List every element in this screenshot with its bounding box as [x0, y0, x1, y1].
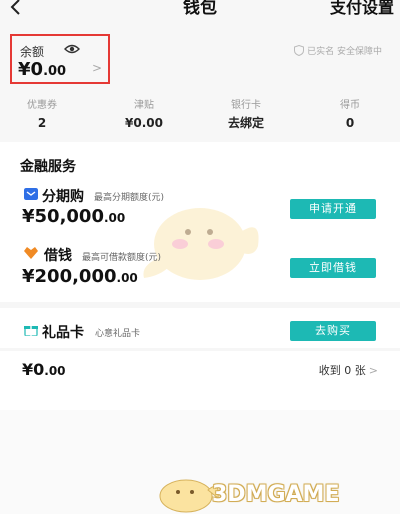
stat-value: 去绑定 [227, 116, 264, 130]
loan-note: 最高可借款额度(元) [82, 253, 162, 263]
stat-value: 0 [345, 116, 355, 130]
section-divider [0, 302, 400, 308]
installment-amount: ¥50,000.00 [22, 206, 126, 227]
received-count: 收到 0 张 [318, 364, 366, 377]
stat-label: 银行卡 [231, 100, 261, 111]
stat-label: 津贴 [134, 100, 154, 111]
section-divider [0, 348, 400, 351]
stat-label: 得币 [340, 100, 360, 111]
payment-settings-link[interactable]: 支付设置 [330, 0, 394, 16]
installment-icon [24, 188, 38, 200]
chevron-right-icon: > [92, 61, 103, 75]
watermark-logo: 3DMGAME [212, 482, 340, 507]
gift-card-title: 礼品卡 [42, 325, 84, 341]
gift-card-balance: ¥0.00 [22, 360, 66, 379]
wallet-stats: 优惠券 2 津贴 ¥0.00 银行卡 去绑定 得币 0 [0, 100, 400, 134]
security-status: 已实名 安全保障中 [294, 44, 382, 57]
stat-bank-card[interactable]: 银行卡 去绑定 [206, 100, 286, 130]
buy-gift-card-button[interactable]: 去购买 [290, 321, 376, 341]
stat-value: 2 [37, 116, 47, 130]
finance-section-title: 金融服务 [20, 159, 76, 175]
eye-icon[interactable] [64, 43, 80, 55]
stat-allowance[interactable]: 津贴 ¥0.00 [104, 100, 184, 130]
stat-label: 优惠券 [27, 100, 57, 111]
borrow-now-button[interactable]: 立即借钱 [290, 258, 376, 278]
shield-icon [294, 45, 305, 56]
stat-value: ¥0.00 [125, 116, 163, 130]
security-text: 已实名 安全保障中 [307, 47, 382, 57]
loan-amount: ¥200,000.00 [22, 266, 138, 287]
chevron-right-icon: > [368, 364, 378, 377]
stat-coupons[interactable]: 优惠券 2 [2, 100, 82, 130]
apply-installment-button[interactable]: 申请开通 [290, 199, 376, 219]
balance-card[interactable]: 余额 ¥0.00 > [10, 34, 110, 84]
watermark-mascot-icon [159, 479, 219, 513]
loan-title: 借钱 [44, 248, 72, 264]
installment-title: 分期购 [42, 189, 84, 205]
stat-coins[interactable]: 得币 0 [310, 100, 390, 130]
gift-icon [24, 326, 38, 336]
loan-icon [24, 247, 38, 259]
balance-label: 余额 [20, 45, 45, 59]
installment-note: 最高分期额度(元) [94, 193, 165, 203]
gift-card-note: 心意礼品卡 [95, 329, 141, 339]
navbar: 钱包 支付设置 [0, 0, 400, 26]
balance-amount: ¥0.00 [18, 59, 67, 80]
received-cards-link[interactable]: 收到 0 张 > [319, 362, 378, 378]
